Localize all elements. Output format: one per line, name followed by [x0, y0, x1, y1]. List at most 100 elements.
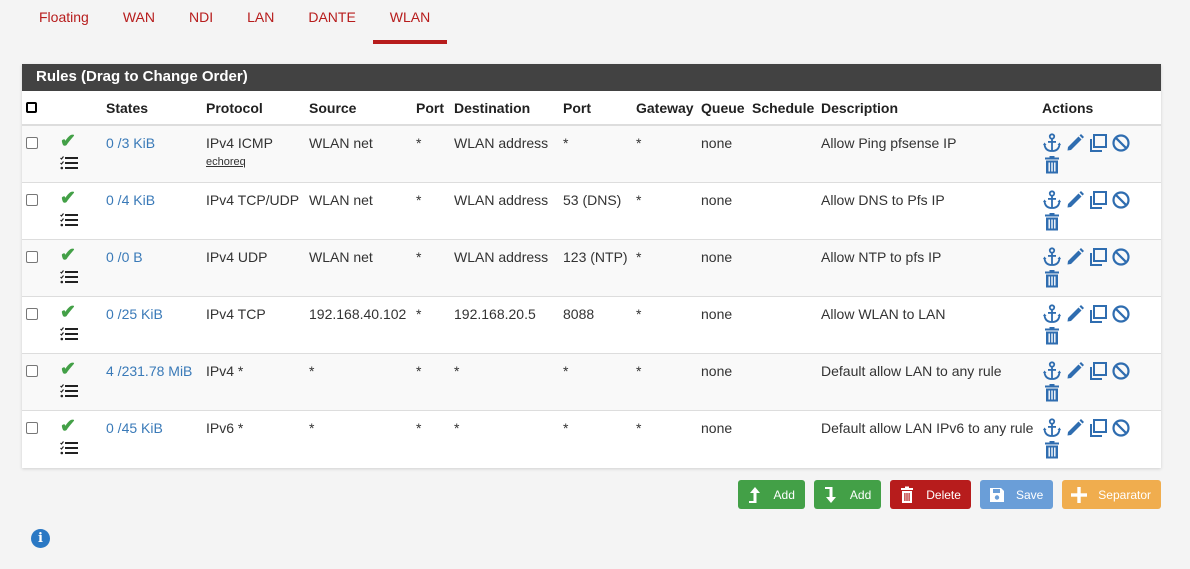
description-cell: Allow Ping pfsense IP: [817, 125, 1038, 183]
description-cell: Allow NTP to pfs IP: [817, 239, 1038, 297]
row-checkbox[interactable]: [26, 137, 38, 149]
delete-trash-icon[interactable]: [1042, 383, 1062, 403]
anchor-icon[interactable]: [1042, 133, 1062, 153]
tab-ndi[interactable]: NDI: [172, 0, 230, 44]
states-link[interactable]: 0 /4 KiB: [106, 192, 155, 208]
add-separator-button[interactable]: Separator: [1062, 480, 1161, 509]
tab-floating[interactable]: Floating: [22, 0, 106, 44]
states-link[interactable]: 0 /0 B: [106, 249, 143, 265]
source-cell: WLAN net: [305, 125, 412, 183]
source-port-cell: *: [416, 419, 422, 436]
anchor-icon[interactable]: [1042, 189, 1062, 210]
disable-ban-icon[interactable]: [1111, 190, 1131, 210]
row-checkbox[interactable]: [26, 421, 38, 434]
row-checkbox[interactable]: [26, 250, 38, 263]
anchor-icon[interactable]: [1042, 417, 1062, 438]
pass-check-icon[interactable]: ✔: [60, 132, 98, 151]
row-checkbox[interactable]: [26, 307, 38, 320]
row-checkbox[interactable]: [26, 364, 38, 377]
disable-ban-icon[interactable]: [1111, 418, 1131, 438]
select-all-header: [22, 91, 56, 126]
disable-ban-icon[interactable]: [1111, 247, 1131, 267]
pass-check-icon[interactable]: ✔: [60, 246, 98, 265]
edit-pencil-icon[interactable]: [1065, 247, 1085, 267]
edit-pencil-icon[interactable]: [1065, 190, 1085, 210]
tracking-list-icon[interactable]: [60, 383, 78, 397]
disable-ban-icon[interactable]: [1111, 304, 1131, 324]
row-select-cell: [22, 125, 56, 183]
anchor-icon[interactable]: [1042, 303, 1062, 324]
edit-pencil-icon[interactable]: [1065, 418, 1085, 438]
pass-check-icon[interactable]: ✔: [60, 189, 98, 208]
tracking-list-icon[interactable]: [60, 155, 78, 170]
states-cell: 0 /4 KiB: [102, 182, 202, 240]
tracking-list-icon[interactable]: [60, 440, 78, 454]
delete-trash-icon[interactable]: [1042, 326, 1062, 346]
rule-row[interactable]: ✔ 4 /231.78 MiB IPv4 * * * * * * none Default all…: [22, 353, 1161, 411]
schedule-cell: [748, 239, 817, 297]
anchor-icon[interactable]: [1042, 360, 1062, 381]
pass-check-icon[interactable]: ✔: [60, 303, 98, 322]
rule-row[interactable]: ✔ 0 /25 KiB IPv4 TCP 192.168.40.102 * 192.168…: [22, 296, 1161, 354]
select-all-checkbox[interactable]: [26, 101, 37, 113]
disable-ban-icon[interactable]: [1111, 361, 1131, 381]
row-status-cell: ✔: [56, 410, 102, 467]
row-status-cell: ✔: [56, 125, 102, 183]
rule-row[interactable]: ✔ 0 /0 B IPv4 UDP WLAN net * WLAN address 123 …: [22, 239, 1161, 297]
gateway-cell: *: [632, 182, 697, 240]
edit-pencil-icon[interactable]: [1065, 133, 1085, 153]
tab-wan[interactable]: WAN: [106, 0, 172, 44]
delete-trash-icon[interactable]: [1042, 212, 1062, 232]
actions-cell: [1038, 353, 1161, 411]
delete-button[interactable]: Delete: [890, 480, 971, 509]
tracking-list-icon[interactable]: [60, 212, 78, 226]
tracking-list-icon[interactable]: [60, 326, 78, 340]
copy-icon[interactable]: [1088, 361, 1108, 381]
row-select-cell: [22, 353, 56, 411]
rule-row[interactable]: ✔ 0 /3 KiB IPv4 ICMP echoreq WLAN net * WLAN a…: [22, 125, 1161, 183]
edit-pencil-icon[interactable]: [1065, 304, 1085, 324]
edit-pencil-icon[interactable]: [1065, 361, 1085, 381]
pass-check-icon[interactable]: ✔: [60, 360, 98, 379]
copy-icon[interactable]: [1088, 190, 1108, 210]
tracking-list-icon[interactable]: [60, 269, 78, 283]
copy-icon[interactable]: [1088, 418, 1108, 438]
disable-ban-icon[interactable]: [1111, 133, 1131, 153]
protocol-text: IPv6 *: [206, 419, 244, 436]
anchor-icon[interactable]: [1042, 246, 1062, 267]
tab-wlan[interactable]: WLAN: [372, 0, 448, 44]
states-cell: 0 /25 KiB: [102, 296, 202, 354]
destination-cell: WLAN address: [450, 125, 559, 183]
protocol-text: IPv4 ICMP: [206, 135, 273, 151]
destination-cell: *: [454, 419, 460, 436]
row-select-cell: [22, 182, 56, 240]
separator-label: Separator: [1098, 487, 1151, 502]
add-bottom-button[interactable]: Add: [813, 480, 882, 509]
protocol-cell: IPv4 ICMP echoreq: [202, 125, 305, 183]
pass-check-icon[interactable]: ✔: [60, 417, 98, 436]
states-link[interactable]: 0 /3 KiB: [106, 135, 155, 151]
copy-icon[interactable]: [1088, 247, 1108, 267]
copy-icon[interactable]: [1088, 304, 1108, 324]
states-link[interactable]: 4 /231.78 MiB: [106, 363, 192, 379]
protocol-cell: IPv4 TCP: [202, 296, 305, 354]
source-cell: WLAN net: [305, 182, 412, 240]
tab-lan[interactable]: LAN: [230, 0, 291, 44]
copy-icon[interactable]: [1088, 133, 1108, 153]
delete-trash-icon[interactable]: [1042, 155, 1062, 175]
trash-icon: [901, 486, 914, 503]
row-checkbox[interactable]: [26, 193, 38, 206]
add-top-button[interactable]: Add: [737, 480, 805, 509]
rule-row[interactable]: ✔ 0 /45 KiB IPv6 * * * * * * none Default allow L…: [22, 410, 1161, 467]
info-icon[interactable]: i: [31, 529, 50, 548]
rule-row[interactable]: ✔ 0 /4 KiB IPv4 TCP/UDP WLAN net * WLAN addre…: [22, 182, 1161, 240]
delete-trash-icon[interactable]: [1042, 440, 1062, 460]
destination-cell: *: [450, 353, 559, 411]
source-cell: 192.168.40.102: [305, 296, 412, 354]
states-link[interactable]: 0 /25 KiB: [106, 306, 163, 322]
tab-dante[interactable]: DANTE: [291, 0, 372, 44]
delete-trash-icon[interactable]: [1042, 269, 1062, 289]
save-button[interactable]: Save: [979, 480, 1054, 509]
gateway-cell: *: [632, 125, 697, 183]
states-link[interactable]: 0 /45 KiB: [106, 420, 163, 436]
